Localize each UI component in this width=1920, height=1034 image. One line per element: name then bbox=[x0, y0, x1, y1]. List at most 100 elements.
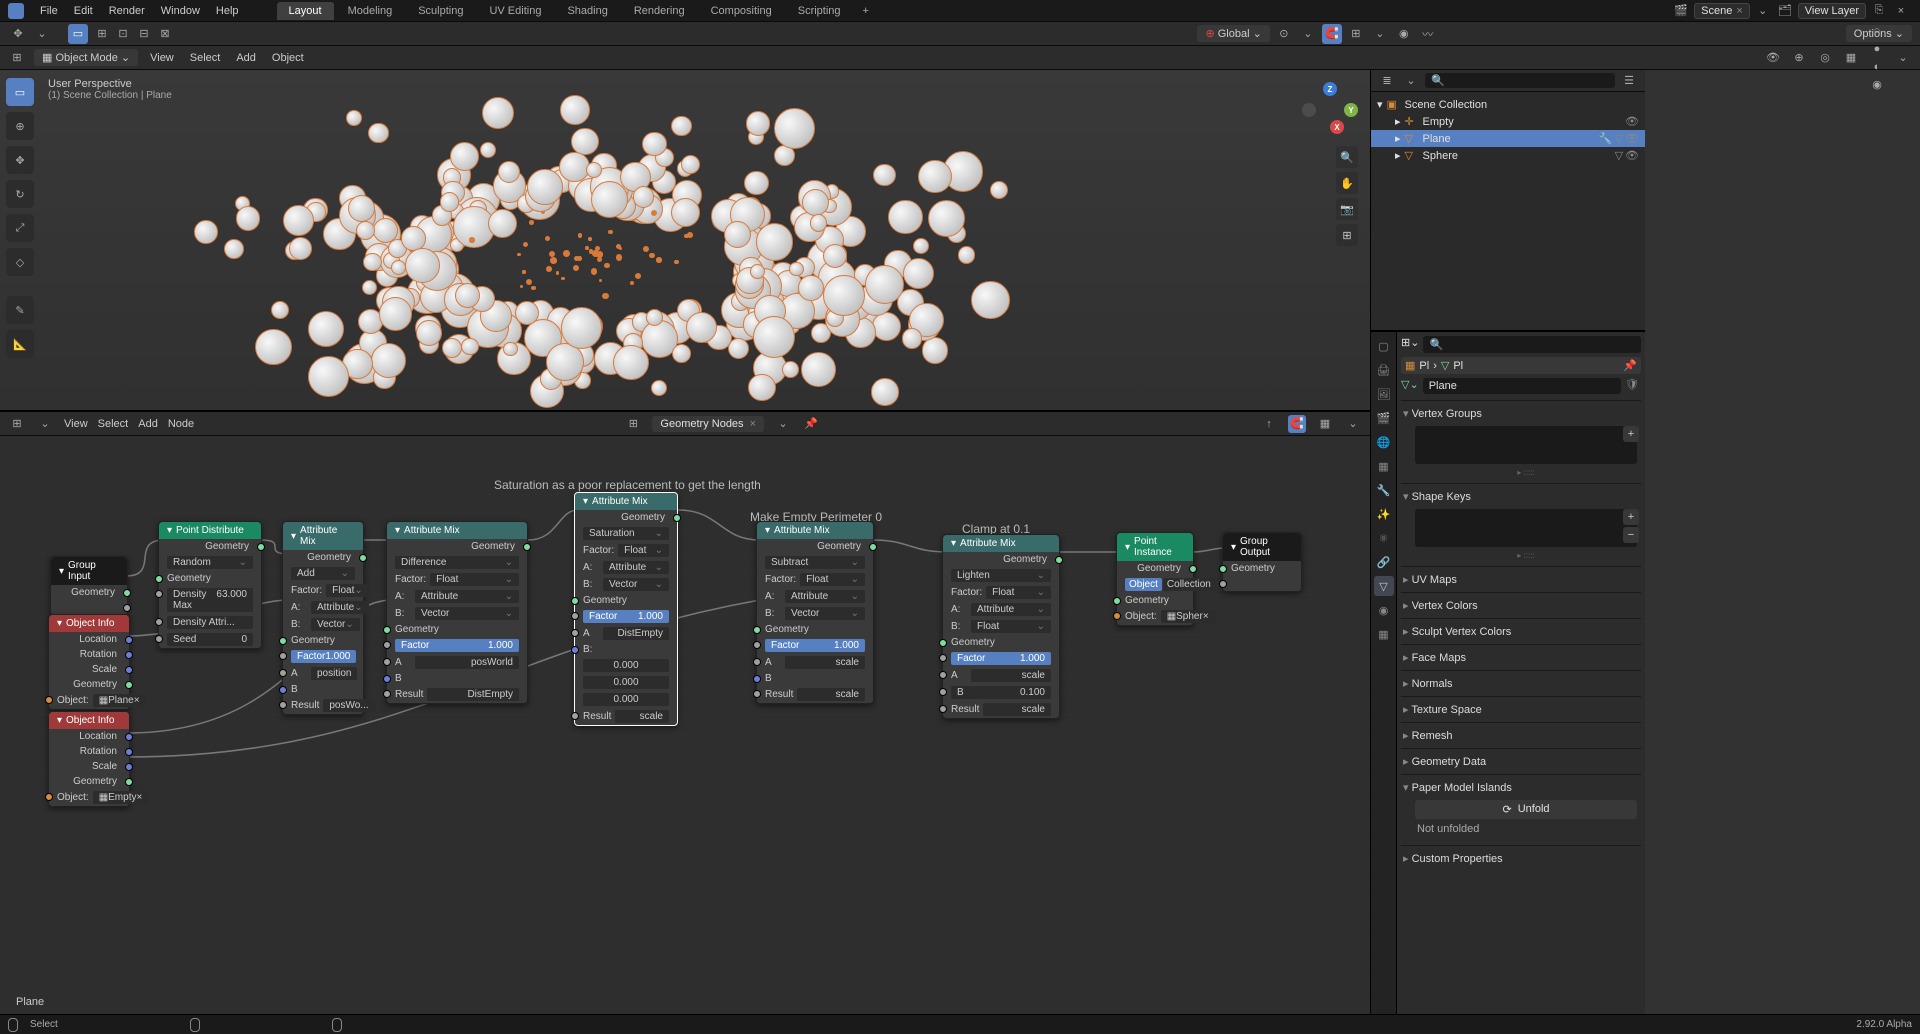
outliner-item-sphere[interactable]: ▸▽Sphere▽👁 bbox=[1371, 147, 1645, 164]
node-group-input[interactable]: ▾Group Input Geometry bbox=[50, 556, 128, 616]
tab-output[interactable]: 🖨 bbox=[1374, 360, 1394, 380]
node-group-output[interactable]: ▾Group Output Geometry bbox=[1222, 532, 1302, 592]
scene-new-icon[interactable]: ⌄ bbox=[1754, 2, 1772, 20]
factor-field[interactable]: Factor1.000 bbox=[291, 650, 356, 663]
pin-icon[interactable]: 📌 bbox=[802, 415, 820, 433]
a-type[interactable]: Attribute⌄ bbox=[785, 590, 865, 603]
axis-x[interactable]: X bbox=[1330, 120, 1344, 134]
b2[interactable]: 0.000 bbox=[583, 693, 669, 706]
scene-browse-icon[interactable]: 🎬 bbox=[1672, 2, 1690, 20]
axis-neg-y[interactable] bbox=[1302, 103, 1316, 117]
axis-z[interactable]: Z bbox=[1323, 82, 1337, 96]
section-header[interactable]: Paper Model Islands bbox=[1403, 779, 1639, 796]
result-field[interactable]: posWo... bbox=[323, 699, 374, 712]
snap-toggle-icon[interactable]: 🧲 bbox=[1322, 24, 1342, 44]
menu-edit[interactable]: Edit bbox=[66, 5, 101, 17]
tab-view-layer[interactable]: 🖼 bbox=[1374, 384, 1394, 404]
scene-field[interactable]: Scene× bbox=[1694, 3, 1750, 19]
tab-uv-editing[interactable]: UV Editing bbox=[477, 2, 553, 20]
add-shape-key[interactable]: + bbox=[1623, 509, 1639, 525]
tab-world[interactable]: 🌐 bbox=[1374, 432, 1394, 452]
parent-icon[interactable]: ↑ bbox=[1260, 415, 1278, 433]
menu-help[interactable]: Help bbox=[208, 5, 247, 17]
shading-arrow-icon[interactable]: ⌄ bbox=[1894, 49, 1912, 67]
dropdown-arrow-icon[interactable]: ⌄ bbox=[32, 24, 52, 44]
remove-shape-key[interactable]: − bbox=[1623, 527, 1639, 543]
vertex-groups-list[interactable] bbox=[1415, 426, 1637, 464]
outliner-item-empty[interactable]: ▸✛Empty👁 bbox=[1371, 113, 1645, 130]
overlays-icon[interactable]: ◎ bbox=[1816, 49, 1834, 67]
factor-type[interactable]: Float⌄ bbox=[430, 573, 519, 586]
node-attr-mix-lighten[interactable]: ▾Attribute Mix Geometry Lighten⌄ Factor:… bbox=[942, 534, 1060, 719]
visibility-icon[interactable]: 👁 bbox=[1625, 149, 1639, 162]
tab-rendering[interactable]: Rendering bbox=[622, 2, 697, 20]
visibility-icon[interactable]: 👁 bbox=[1625, 115, 1639, 128]
shading-wire-icon[interactable]: ○ bbox=[1868, 22, 1886, 40]
visibility-icon[interactable]: 👁 bbox=[1625, 132, 1639, 145]
filter-icon[interactable]: ☰ bbox=[1619, 71, 1639, 91]
tab-texture[interactable]: ▦ bbox=[1374, 624, 1394, 644]
menu-file[interactable]: File bbox=[32, 5, 66, 17]
snap-grid-icon[interactable]: ⊞ bbox=[92, 24, 112, 44]
xray-icon[interactable]: ▦ bbox=[1842, 49, 1860, 67]
section-header[interactable]: Geometry Data bbox=[1403, 753, 1639, 770]
blend-dropdown[interactable]: Saturation⌄ bbox=[583, 527, 669, 540]
close-icon[interactable]: × bbox=[750, 418, 756, 430]
tool-transform[interactable]: ◇ bbox=[6, 248, 34, 276]
blend-dropdown[interactable]: Lighten⌄ bbox=[951, 569, 1051, 582]
snap-edge-icon[interactable]: ⊟ bbox=[134, 24, 154, 44]
section-header[interactable]: UV Maps bbox=[1403, 571, 1639, 588]
factor-field[interactable]: Factor1.000 bbox=[583, 610, 669, 623]
3d-viewport[interactable]: ▭ ⊕ ✥ ↻ ⤢ ◇ ✎ 📐 User Perspective (1) Sce… bbox=[0, 70, 1370, 410]
prop-search[interactable]: 🔍 bbox=[1423, 336, 1641, 353]
tab-compositing[interactable]: Compositing bbox=[699, 2, 784, 20]
b-type[interactable]: Vector⌄ bbox=[311, 618, 360, 631]
seed-field[interactable]: Seed0 bbox=[167, 633, 253, 646]
pin-icon[interactable]: 📌 bbox=[1623, 359, 1637, 372]
tab-scripting[interactable]: Scripting bbox=[786, 2, 853, 20]
a-field[interactable]: scale bbox=[971, 669, 1051, 682]
section-header[interactable]: Normals bbox=[1403, 675, 1639, 692]
node-tree-name[interactable]: Geometry Nodes× bbox=[652, 416, 764, 432]
mode-dropdown[interactable]: ▦ Object Mode ⌄ bbox=[34, 49, 138, 66]
tab-constraint[interactable]: 🔗 bbox=[1374, 552, 1394, 572]
result-field[interactable]: scale bbox=[615, 710, 669, 723]
section-header[interactable]: Custom Properties bbox=[1403, 850, 1639, 867]
tool-select-box[interactable]: ▭ bbox=[6, 78, 34, 106]
menu-object[interactable]: Object bbox=[268, 52, 308, 64]
fake-user-icon[interactable]: 🛡 bbox=[1625, 378, 1641, 394]
tool-scale[interactable]: ⤢ bbox=[6, 214, 34, 242]
outliner-item-plane[interactable]: ▸▽Plane🔧▽👁 bbox=[1371, 130, 1645, 147]
axis-y[interactable]: Y bbox=[1344, 103, 1358, 117]
select-tool-icon[interactable]: ▭ bbox=[68, 24, 88, 44]
editor-type-icon[interactable]: ⊞ bbox=[8, 49, 26, 67]
a-type[interactable]: Attribute⌄ bbox=[971, 603, 1051, 616]
snap-face-icon[interactable]: ⊠ bbox=[155, 24, 175, 44]
shading-material-icon[interactable]: ◐ bbox=[1868, 58, 1886, 76]
menu-view[interactable]: View bbox=[64, 418, 88, 430]
tab-material[interactable]: ◉ bbox=[1374, 600, 1394, 620]
factor-field[interactable]: Factor1.000 bbox=[395, 639, 519, 652]
tab-modeling[interactable]: Modeling bbox=[336, 2, 405, 20]
tab-sculpting[interactable]: Sculpting bbox=[406, 2, 475, 20]
a-type[interactable]: Attribute⌄ bbox=[603, 561, 669, 574]
b-type[interactable]: Vector⌄ bbox=[415, 607, 519, 620]
node-attr-mix-add[interactable]: ▾Attribute Mix Geometry Add⌄ Factor:Floa… bbox=[282, 521, 364, 715]
proportional-icon[interactable]: ◉ bbox=[1394, 24, 1414, 44]
unfold-button[interactable]: ⟳Unfold bbox=[1415, 800, 1637, 819]
nav-perspective-icon[interactable]: ⊞ bbox=[1336, 224, 1358, 246]
outliner-search[interactable]: 🔍 bbox=[1425, 73, 1615, 88]
prop-options-icon[interactable]: ⊞⌄ bbox=[1401, 336, 1419, 353]
b-type[interactable]: Float⌄ bbox=[971, 620, 1051, 633]
shape-keys-list[interactable] bbox=[1415, 509, 1637, 547]
cursor-icon[interactable]: ✥ bbox=[8, 24, 28, 44]
mode-dropdown[interactable]: Random⌄ bbox=[167, 556, 253, 569]
node-attr-mix-diff[interactable]: ▾Attribute Mix Geometry Difference⌄ Fact… bbox=[386, 521, 528, 704]
tab-particle[interactable]: ✨ bbox=[1374, 504, 1394, 524]
tab-scene[interactable]: 🎬 bbox=[1374, 408, 1394, 428]
a-type[interactable]: Attribute⌄ bbox=[415, 590, 519, 603]
b0[interactable]: 0.000 bbox=[583, 659, 669, 672]
tab-add[interactable]: + bbox=[855, 2, 877, 20]
result-field[interactable]: scale bbox=[983, 703, 1051, 716]
menu-select[interactable]: Select bbox=[186, 52, 225, 64]
